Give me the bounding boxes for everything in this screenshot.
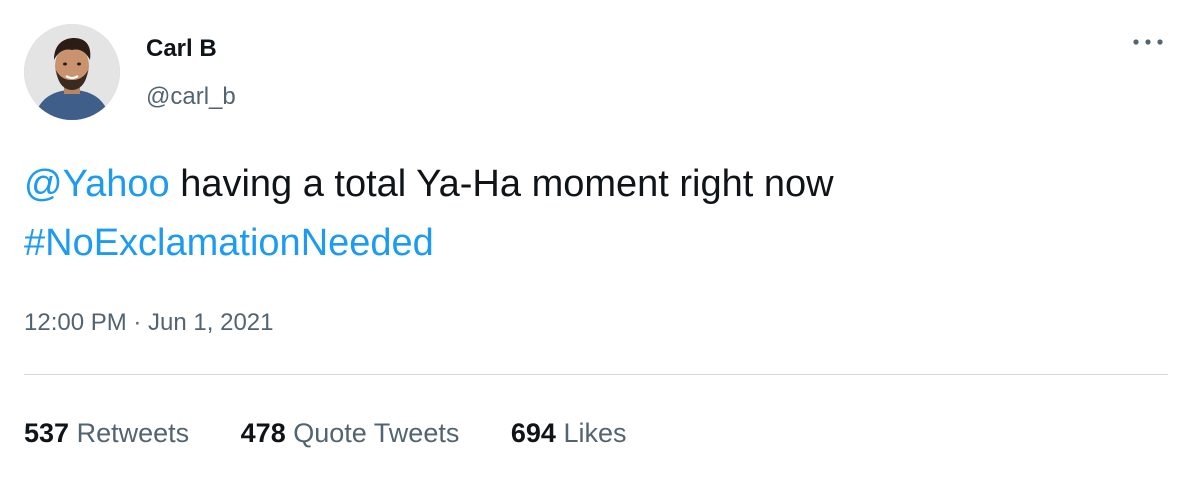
avatar[interactable]: [24, 24, 120, 120]
mention-link[interactable]: @Yahoo: [24, 163, 170, 205]
quote-tweets-stat[interactable]: 478 Quote Tweets: [241, 417, 460, 449]
hashtag-link[interactable]: #NoExclamationNeeded: [24, 222, 434, 264]
avatar-photo-icon: [24, 24, 120, 120]
author-display-name[interactable]: Carl B: [146, 34, 217, 64]
quote-tweets-label: Quote Tweets: [293, 418, 460, 448]
likes-count: 694: [510, 418, 556, 448]
tweet-card: Carl B @carl_b @Yahoo having a total Ya-…: [0, 0, 1192, 479]
author-handle[interactable]: @carl_b: [146, 82, 236, 112]
likes-label: Likes: [563, 418, 627, 448]
tweet-body: @Yahoo having a total Ya-Ha moment right…: [24, 155, 1164, 273]
retweets-count: 537: [24, 418, 70, 448]
retweets-label: Retweets: [76, 418, 190, 448]
retweets-stat[interactable]: 537 Retweets: [24, 417, 189, 449]
divider: [24, 374, 1168, 375]
tweet-timestamp[interactable]: 12:00 PM · Jun 1, 2021: [24, 308, 274, 338]
quote-tweets-count: 478: [240, 418, 286, 448]
likes-stat[interactable]: 694 Likes: [511, 417, 627, 449]
engagement-stats: 537 Retweets 478 Quote Tweets 694 Likes: [24, 417, 670, 449]
more-horizontal-icon[interactable]: [1130, 30, 1166, 54]
tweet-text: having a total Ya-Ha moment right now: [169, 163, 834, 205]
